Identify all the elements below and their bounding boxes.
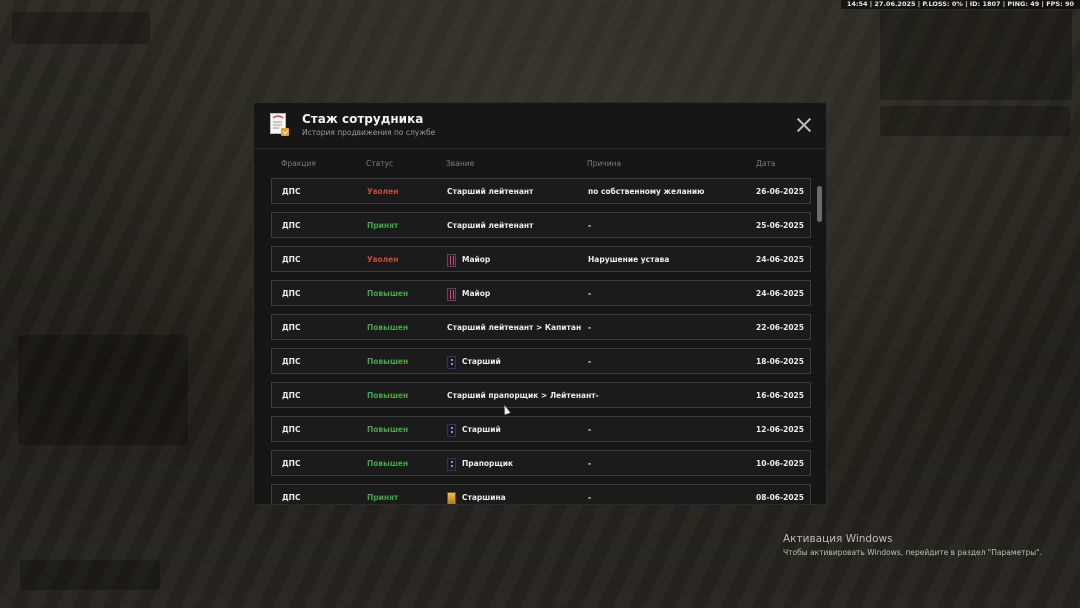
row-status: Принят [367, 221, 399, 230]
row-reason: - [588, 425, 592, 434]
row-faction: ДПС [282, 187, 301, 196]
bg-panel-right [880, 106, 1070, 136]
row-status: Повышен [367, 323, 409, 332]
row-status: Повышен [367, 357, 409, 366]
row-status: Повышен [367, 425, 409, 434]
row-status: Уволен [367, 187, 399, 196]
modal-title: Стаж сотрудника [302, 112, 424, 126]
row-rank: Майор [447, 281, 490, 307]
row-date: 24-06-2025 [756, 255, 804, 264]
activation-title: Активация Windows [783, 533, 893, 545]
row-reason: - [588, 357, 592, 366]
row-status: Принят [367, 493, 399, 502]
row-rank: Старший [447, 417, 501, 443]
row-rank-label: Прапорщик [462, 459, 514, 468]
scrollbar-thumb[interactable] [817, 186, 822, 222]
modal-header: Стаж сотрудника История продвижения по с… [254, 103, 826, 149]
row-reason: - [588, 289, 592, 298]
rank-insignia-icon [447, 253, 456, 267]
row-faction: ДПС [282, 255, 301, 264]
row-date: 18-06-2025 [756, 357, 804, 366]
rank-insignia-icon [447, 423, 456, 437]
row-date: 25-06-2025 [756, 221, 804, 230]
row-rank-label: Старший прапорщик > Лейтенант- [447, 391, 599, 400]
bg-panel-topleft [12, 12, 150, 44]
row-date: 10-06-2025 [756, 459, 804, 468]
rank-insignia-icon [447, 457, 456, 471]
row-rank: Старший лейтенант > Капитан [447, 315, 581, 341]
row-rank-label: Майор [462, 255, 491, 264]
row-rank: Старший лейтенант [447, 213, 533, 239]
col-header-date: Дата [756, 159, 776, 168]
row-reason: - [588, 323, 592, 332]
row-status: Повышен [367, 289, 409, 298]
col-header-status: Статус [366, 159, 394, 168]
rank-insignia-icon [447, 287, 456, 301]
history-row: ДПС Повышен Старший - 18-06-2025 [271, 348, 811, 374]
rank-insignia-icon [447, 491, 456, 504]
row-rank: Старший прапорщик > Лейтенант- [447, 383, 599, 409]
row-status: Уволен [367, 255, 399, 264]
col-header-faction: Фракция [281, 159, 316, 168]
row-rank: Старший [447, 349, 501, 375]
history-row: ДПС Принят Старшина - 08-06-2025 [271, 484, 811, 504]
row-rank: Старшина [447, 485, 506, 504]
row-reason: Нарушение устава [588, 255, 670, 264]
row-rank-label: Майор [462, 289, 491, 298]
history-row: ДПС Повышен Майор - 24-06-2025 [271, 280, 811, 306]
row-faction: ДПС [282, 459, 301, 468]
hud-status-bar: 14:54 | 27.06.2025 | P.LOSS: 0% | ID: 18… [840, 0, 1080, 9]
row-reason: - [588, 459, 592, 468]
bg-panel-topright [880, 10, 1072, 100]
col-header-rank: Звание [446, 159, 475, 168]
history-list[interactable]: ДПС Уволен Старший лейтенант по собственном… [271, 178, 811, 504]
row-faction: ДПС [282, 289, 301, 298]
close-icon[interactable] [796, 117, 812, 133]
row-date: 08-06-2025 [756, 493, 804, 502]
row-rank: Старший лейтенант [447, 179, 533, 205]
row-date: 16-06-2025 [756, 391, 804, 400]
row-rank-label: Старший [462, 425, 501, 434]
row-reason: - [588, 221, 592, 230]
row-rank: Прапорщик [447, 451, 513, 477]
row-rank: Майор [447, 247, 490, 273]
row-date: 12-06-2025 [756, 425, 804, 434]
history-row: ДПС Повышен Прапорщик - 10-06-2025 [271, 450, 811, 476]
row-reason: - [588, 493, 592, 502]
col-header-reason: Причина [587, 159, 622, 168]
row-status: Повышен [367, 459, 409, 468]
history-row: ДПС Повышен Старший лейтенант > Капитан - 22… [271, 314, 811, 340]
row-faction: ДПС [282, 493, 301, 502]
history-row: ДПС Повышен Старший прапорщик > Лейтенант-… [271, 382, 811, 408]
history-row: ДПС Уволен Майор Нарушение устава 24-06-2025 [271, 246, 811, 272]
row-reason: по собственному желанию [588, 187, 705, 196]
history-row: ДПС Уволен Старший лейтенант по собственном… [271, 178, 811, 204]
row-status: Повышен [367, 391, 409, 400]
bg-panel-left [18, 335, 188, 445]
row-faction: ДПС [282, 357, 301, 366]
row-date: 26-06-2025 [756, 187, 804, 196]
row-faction: ДПС [282, 425, 301, 434]
history-row: ДПС Повышен Старший - 12-06-2025 [271, 416, 811, 442]
modal-subtitle: История продвижения по службе [302, 128, 436, 137]
document-icon [270, 113, 289, 136]
row-rank-label: Старший [462, 357, 501, 366]
row-date: 22-06-2025 [756, 323, 804, 332]
row-rank-label: Старший лейтенант [447, 187, 534, 196]
activation-text: Чтобы активировать Windows, перейдите в … [783, 548, 1042, 557]
row-faction: ДПС [282, 391, 301, 400]
employee-history-modal: Стаж сотрудника История продвижения по с… [253, 102, 827, 505]
rank-insignia-icon [447, 355, 456, 369]
windows-activation-watermark: Активация Windows Чтобы активировать Win… [783, 533, 1042, 558]
row-rank-label: Старший лейтенант > Капитан [447, 323, 582, 332]
row-rank-label: Старший лейтенант [447, 221, 534, 230]
bg-panel-bottomleft [20, 560, 160, 590]
row-rank-label: Старшина [462, 493, 506, 502]
row-faction: ДПС [282, 323, 301, 332]
history-row: ДПС Принят Старший лейтенант - 25-06-2025 [271, 212, 811, 238]
row-date: 24-06-2025 [756, 289, 804, 298]
scrollbar[interactable] [817, 183, 822, 501]
row-faction: ДПС [282, 221, 301, 230]
